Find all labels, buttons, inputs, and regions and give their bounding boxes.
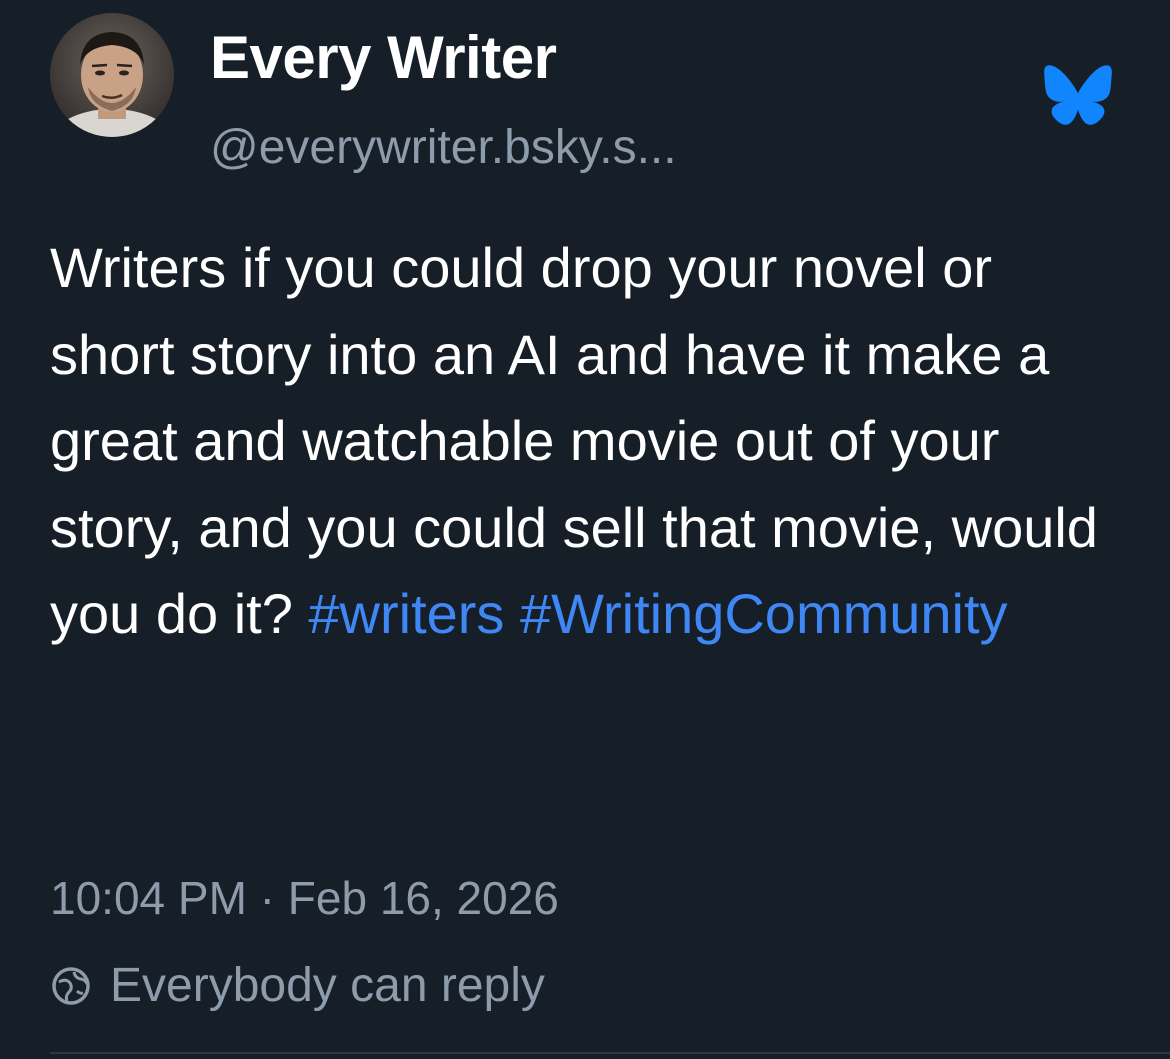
reply-setting-label: Everybody can reply — [110, 958, 545, 1012]
avatar-photo — [50, 13, 174, 137]
avatar[interactable] — [50, 13, 174, 137]
bluesky-butterfly-icon — [1043, 64, 1113, 126]
hashtag-link[interactable]: #WritingCommunity — [520, 582, 1008, 645]
divider — [50, 1052, 1170, 1054]
author-handle[interactable]: @everywriter.bsky.s... — [210, 118, 677, 178]
post-body: Writers if you could drop your novel or … — [50, 225, 1130, 658]
reply-permission-icon — [50, 964, 92, 1006]
hashtag-link[interactable]: #writers — [308, 582, 504, 645]
author-display-name[interactable]: Every Writer — [210, 20, 557, 96]
reply-settings[interactable]: Everybody can reply — [50, 952, 545, 1018]
post-card: Every Writer @everywriter.bsky.s... Writ… — [0, 0, 1170, 1059]
post-timestamp[interactable]: 10:04 PM · Feb 16, 2026 — [50, 868, 559, 928]
